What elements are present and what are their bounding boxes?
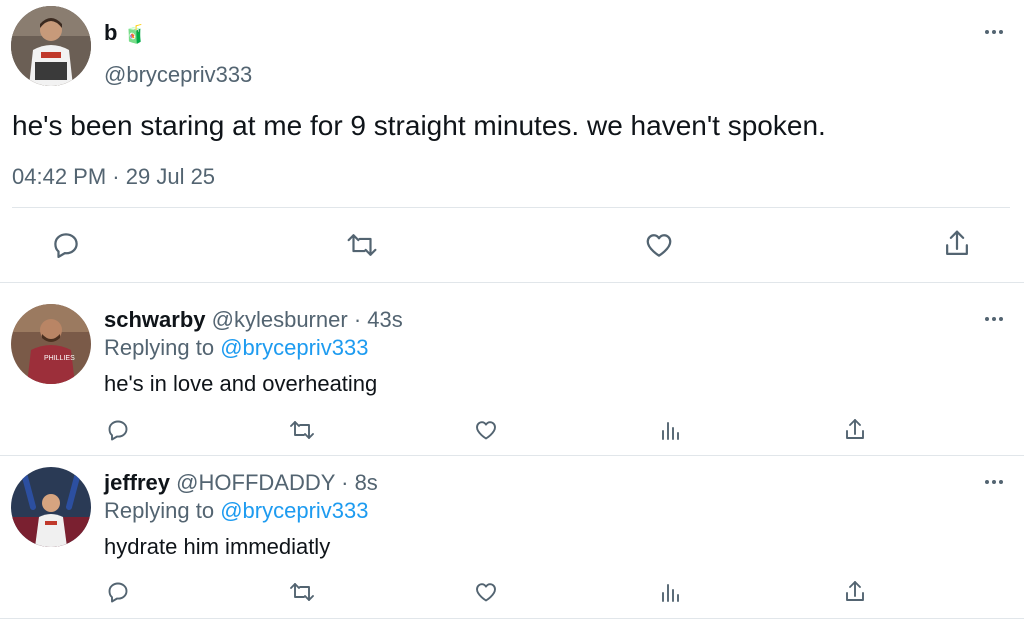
more-icon[interactable] (983, 477, 1005, 487)
replying-to-label: Replying to (104, 498, 215, 523)
avatar[interactable] (11, 6, 91, 86)
timestamp-separator: · (112, 164, 120, 189)
replying-to: Replying to @brycepriv333 (104, 335, 369, 361)
tweet-time: 04:42 PM (12, 164, 107, 189)
author-name-row: b 🧃 (104, 20, 146, 47)
tweet-text: he's been staring at me for 9 straight m… (12, 110, 826, 141)
replying-to: Replying to @brycepriv333 (104, 498, 369, 524)
author-name[interactable]: b (104, 20, 117, 45)
divider (0, 618, 1024, 619)
divider (12, 207, 1010, 208)
views-icon[interactable] (658, 418, 682, 442)
juice-box-emoji: 🧃 (123, 24, 146, 44)
author-handle[interactable]: @brycepriv333 (104, 62, 252, 88)
like-icon[interactable] (644, 230, 674, 260)
more-icon[interactable] (983, 27, 1005, 37)
svg-text:PHILLIES: PHILLIES (44, 355, 75, 362)
reply-time[interactable]: · 43s (354, 307, 403, 332)
divider (0, 455, 1024, 456)
reply-icon[interactable] (51, 230, 81, 260)
reply-icon[interactable] (106, 418, 130, 442)
replying-to-link[interactable]: @brycepriv333 (220, 498, 368, 523)
replying-to-label: Replying to (104, 335, 215, 360)
retweet-icon[interactable] (345, 230, 379, 260)
tweet-date: 29 Jul 25 (125, 164, 216, 189)
reply-time[interactable]: · 8s (341, 470, 378, 495)
more-icon[interactable] (983, 314, 1005, 324)
like-icon[interactable] (474, 580, 498, 604)
avatar[interactable] (11, 467, 91, 547)
share-icon[interactable] (942, 228, 972, 260)
reply-icon[interactable] (106, 580, 130, 604)
like-icon[interactable] (474, 418, 498, 442)
retweet-icon[interactable] (288, 418, 316, 442)
reply-author-name[interactable]: jeffrey (104, 470, 170, 495)
reply-author-name[interactable]: schwarby (104, 307, 206, 332)
replying-to-link[interactable]: @brycepriv333 (220, 335, 368, 360)
reply-text: hydrate him immediatly (104, 534, 331, 559)
reply-author-handle[interactable]: @kylesburner (212, 307, 348, 332)
share-icon[interactable] (843, 417, 867, 443)
avatar[interactable]: PHILLIES (11, 304, 91, 384)
share-icon[interactable] (843, 579, 867, 605)
reply-header: schwarby @kylesburner · 43s (104, 307, 403, 333)
reply-header: jeffrey @HOFFDADDY · 8s (104, 470, 378, 496)
views-icon[interactable] (658, 580, 682, 604)
reply-author-handle[interactable]: @HOFFDADDY (176, 470, 335, 495)
tweet-timestamp[interactable]: 04:42 PM · 29 Jul 25 (12, 163, 215, 191)
retweet-icon[interactable] (288, 580, 316, 604)
divider (0, 282, 1024, 283)
reply-text: he's in love and overheating (104, 371, 378, 396)
